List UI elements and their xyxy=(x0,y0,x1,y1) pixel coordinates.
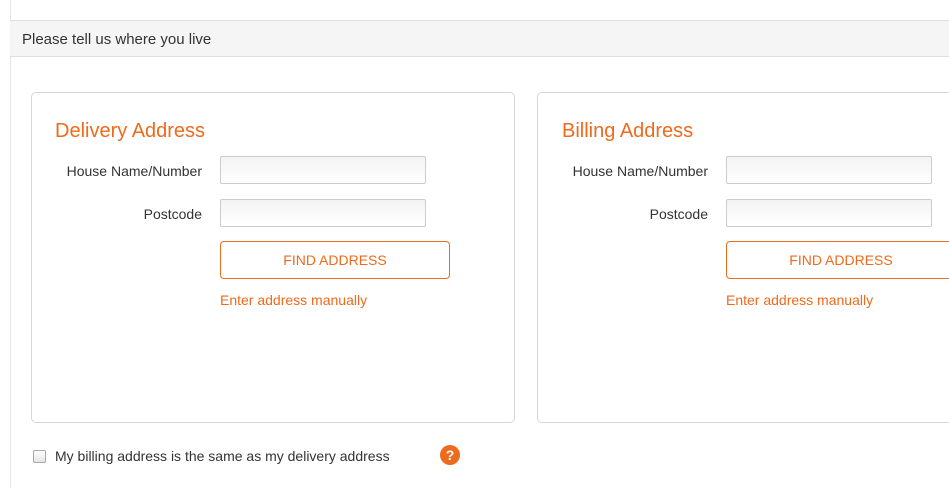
billing-house-input[interactable] xyxy=(726,156,932,184)
delivery-find-address-button[interactable]: FIND ADDRESS xyxy=(220,241,450,279)
question-circle-icon[interactable]: ? xyxy=(440,445,460,465)
delivery-house-input[interactable] xyxy=(220,156,426,184)
billing-house-label: House Name/Number xyxy=(572,163,708,179)
billing-address-panel: Billing Address House Name/Number Postco… xyxy=(537,92,949,423)
delivery-address-panel: Delivery Address House Name/Number Postc… xyxy=(31,92,515,423)
delivery-postcode-label: Postcode xyxy=(143,206,202,222)
delivery-enter-manually-link[interactable]: Enter address manually xyxy=(220,292,367,308)
billing-postcode-input[interactable] xyxy=(726,199,932,227)
address-page: Please tell us where you live Delivery A… xyxy=(0,0,949,488)
delivery-postcode-input[interactable] xyxy=(220,199,426,227)
section-header: Please tell us where you live xyxy=(10,20,949,57)
left-border xyxy=(10,0,11,488)
same-address-label[interactable]: My billing address is the same as my del… xyxy=(55,448,390,464)
billing-address-title: Billing Address xyxy=(562,120,694,142)
section-title: Please tell us where you live xyxy=(22,31,212,48)
same-address-checkbox[interactable] xyxy=(33,450,46,463)
delivery-address-title: Delivery Address xyxy=(55,120,206,142)
billing-postcode-label: Postcode xyxy=(649,206,708,222)
delivery-house-label: House Name/Number xyxy=(66,163,202,179)
billing-enter-manually-link[interactable]: Enter address manually xyxy=(726,292,873,308)
billing-find-address-button[interactable]: FIND ADDRESS xyxy=(726,241,949,279)
